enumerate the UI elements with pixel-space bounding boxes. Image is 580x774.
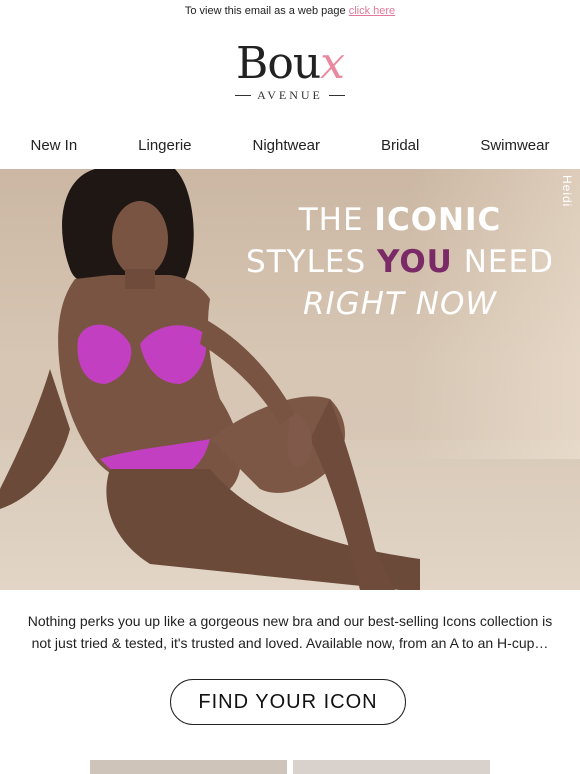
find-your-icon-button[interactable]: FIND YOUR ICON (170, 679, 406, 725)
nav-item-nightwear[interactable]: Nightwear (252, 137, 320, 154)
nav-item-bridal[interactable]: Bridal (381, 137, 419, 154)
hero-banner[interactable]: THE ICONIC STYLES YOU NEED RIGHT NOW Hei… (0, 169, 580, 590)
product-thumbnail[interactable] (293, 760, 490, 774)
product-thumbnail[interactable] (90, 760, 287, 774)
web-view-link[interactable]: click here (349, 5, 395, 17)
web-view-bar: To view this email as a web page click h… (0, 0, 580, 22)
logo-wordmark: Boux (236, 37, 345, 89)
logo-subtitle: AVENUE (235, 88, 345, 103)
nav-item-swimwear[interactable]: Swimwear (480, 137, 549, 154)
product-tag: Heidi (560, 175, 574, 208)
product-thumbnails (90, 760, 490, 774)
web-view-text: To view this email as a web page (184, 5, 346, 17)
nav-item-new-in[interactable]: New In (30, 137, 77, 154)
hero-headline: THE ICONIC STYLES YOU NEED RIGHT NOW (246, 202, 554, 322)
logo-area: Boux AVENUE (0, 22, 580, 122)
body-copy: Nothing perks you up like a gorgeous new… (27, 613, 553, 651)
nav-item-lingerie[interactable]: Lingerie (138, 137, 191, 154)
main-nav: New In Lingerie Nightwear Bridal Swimwea… (0, 130, 580, 160)
brand-logo[interactable]: Boux AVENUE (223, 33, 357, 111)
